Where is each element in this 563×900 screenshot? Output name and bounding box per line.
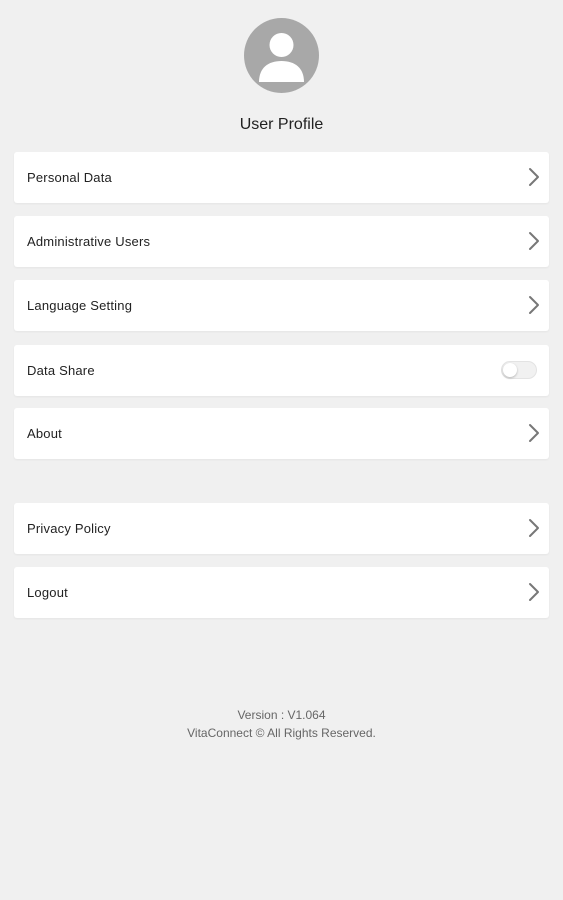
chevron-right-icon [529, 519, 539, 537]
menu-item-label: Language Setting [27, 298, 133, 313]
menu-item-label: Data Share [27, 363, 95, 378]
menu-item-label: Administrative Users [27, 234, 151, 249]
toggle-knob [503, 363, 517, 377]
menu-item-about[interactable]: About [14, 408, 549, 459]
menu-item-label: About [27, 426, 62, 441]
menu-item-privacy-policy[interactable]: Privacy Policy [14, 503, 549, 554]
chevron-right-icon [529, 583, 539, 601]
menu-item-administrative-users[interactable]: Administrative Users [14, 216, 549, 267]
menu-item-label: Privacy Policy [27, 521, 111, 536]
user-avatar-icon [244, 18, 319, 93]
menu-item-logout[interactable]: Logout [14, 567, 549, 618]
menu-item-personal-data[interactable]: Personal Data [14, 152, 549, 203]
chevron-right-icon [529, 424, 539, 442]
menu-item-data-share: Data Share [14, 345, 549, 396]
data-share-toggle[interactable] [501, 361, 537, 379]
chevron-right-icon [529, 296, 539, 314]
copyright-text: VitaConnect © All Rights Reserved. [187, 726, 376, 740]
menu-item-language-setting[interactable]: Language Setting [14, 280, 549, 331]
page-title: User Profile [239, 116, 324, 133]
version-text: Version : V1.064 [237, 708, 326, 722]
chevron-right-icon [529, 168, 539, 186]
menu-item-label: Personal Data [27, 170, 112, 185]
menu-item-label: Logout [27, 585, 68, 600]
chevron-right-icon [529, 232, 539, 250]
